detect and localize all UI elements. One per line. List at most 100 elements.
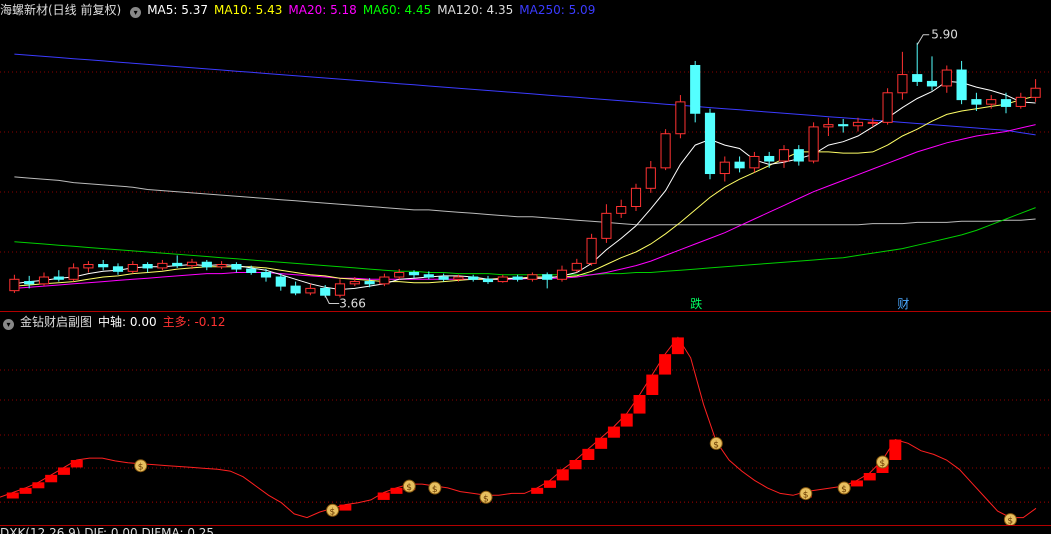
- money-bag-symbol: $: [432, 485, 438, 495]
- indicator-bar: [889, 439, 902, 460]
- candle-body: [334, 283, 346, 296]
- candle-body: [305, 287, 316, 294]
- candle-body: [645, 167, 656, 189]
- indicator-bar: [850, 480, 863, 487]
- indicator-bar: [6, 492, 19, 499]
- candle-body: [601, 212, 612, 239]
- candle-body: [823, 124, 834, 128]
- settings-icon[interactable]: ▾: [130, 7, 142, 18]
- candle-body: [246, 268, 257, 273]
- candle-body: [986, 99, 997, 105]
- money-bag-symbol: $: [713, 440, 719, 450]
- ma-legend-item: MA5: 5.37: [147, 3, 208, 17]
- signal-tag: 财: [897, 297, 909, 310]
- candle-body: [690, 64, 701, 114]
- candle-body: [719, 161, 730, 175]
- signal-tag: 跌: [690, 296, 702, 310]
- candle-body: [764, 155, 775, 162]
- indicator-bar: [569, 460, 582, 470]
- ma-legend-item: MA60: 4.45: [362, 3, 432, 17]
- money-bag-symbol: $: [138, 463, 144, 473]
- indicator-bar: [32, 482, 45, 489]
- candle-body: [186, 261, 198, 267]
- candle-body: [201, 261, 212, 268]
- money-bag-symbol: $: [330, 507, 336, 517]
- candle-body: [704, 112, 716, 175]
- candle-body: [838, 124, 849, 127]
- ma250-line: [14, 53, 1036, 136]
- candle-body: [320, 287, 331, 296]
- indicator-bar: [671, 337, 684, 355]
- ma-legend-item: MA250: 5.09: [519, 3, 596, 17]
- candle-body: [1015, 96, 1026, 107]
- ma-legend-item: MA120: 4.35: [437, 3, 514, 17]
- candle-body: [172, 262, 183, 267]
- high-label: 5.90: [931, 28, 958, 42]
- candle-body: [808, 126, 819, 162]
- indicator-bar: [45, 474, 58, 483]
- candle-body: [349, 281, 360, 285]
- candle-body: [556, 269, 568, 280]
- indicator-bar: [377, 492, 390, 500]
- candle-body: [142, 264, 153, 269]
- candle-body: [941, 69, 952, 87]
- candle-body: [586, 237, 597, 264]
- candle-body: [394, 271, 405, 278]
- candle-body: [793, 149, 804, 162]
- sub-title[interactable]: 金钻财启副图: [20, 315, 92, 329]
- indicator-bar: [339, 504, 352, 511]
- candle-body: [971, 99, 982, 105]
- low-pointer: [324, 295, 340, 304]
- ma-legend-item: MA20: 5.18: [288, 3, 357, 17]
- candle-body: [1030, 87, 1041, 98]
- candle-body: [364, 281, 375, 285]
- indicator-chart[interactable]: $ $ $ $ $ $ $ $ $ $: [0, 330, 1051, 525]
- candle-body: [290, 285, 301, 294]
- main-line: [0, 336, 1037, 519]
- candle-body: [453, 276, 464, 280]
- candle-body: [438, 276, 449, 280]
- candle-body: [616, 206, 627, 214]
- money-bag-symbol: $: [1007, 517, 1013, 525]
- indicator-bar: [863, 473, 876, 481]
- indicator-bar: [595, 437, 608, 449]
- ma-legend-item: MA10: 5.43: [213, 3, 283, 17]
- candle-body: [660, 133, 671, 169]
- candle-body: [1000, 99, 1012, 107]
- candle-body: [379, 276, 390, 285]
- stock-title[interactable]: 海螺新材(日线 前复权): [0, 3, 121, 17]
- sub-header: ▾ 金钻财启副图 中轴: 0.00 主多: -0.12: [0, 311, 1051, 332]
- candle-body: [98, 264, 109, 268]
- candle-body: [675, 101, 686, 135]
- indicator-bar: [556, 469, 569, 481]
- main-label: 主多: -0.12: [162, 315, 226, 329]
- candle-body: [571, 262, 582, 271]
- candle-body: [9, 278, 20, 292]
- candle-body: [926, 80, 938, 87]
- indicator-bar: [70, 460, 83, 468]
- candle-body: [157, 262, 168, 269]
- candle-body: [749, 155, 760, 169]
- candle-body: [127, 264, 138, 272]
- ma20-line: [14, 124, 1036, 289]
- mid-label: 中轴: 0.00: [98, 315, 157, 329]
- candle-body: [83, 264, 94, 269]
- indicator-bar: [607, 426, 620, 438]
- candle-body: [630, 187, 642, 208]
- candle-body: [897, 74, 908, 94]
- money-bag-symbol: $: [880, 459, 886, 469]
- candle-body: [408, 271, 420, 276]
- ma5-line: [14, 80, 1036, 291]
- price-chart[interactable]: 5.90 3.66 跌 财: [0, 20, 1051, 310]
- candle-body: [68, 267, 79, 280]
- high-pointer: [916, 34, 930, 46]
- indicator-bar: [620, 413, 633, 427]
- candle-body: [260, 271, 272, 278]
- candle-body: [542, 274, 553, 280]
- collapse-icon[interactable]: ▾: [3, 319, 14, 330]
- indicator-bar: [633, 395, 646, 414]
- candle-body: [53, 276, 64, 280]
- low-label: 3.66: [339, 296, 366, 310]
- candle-body: [867, 121, 878, 124]
- indicator-bar: [543, 480, 556, 488]
